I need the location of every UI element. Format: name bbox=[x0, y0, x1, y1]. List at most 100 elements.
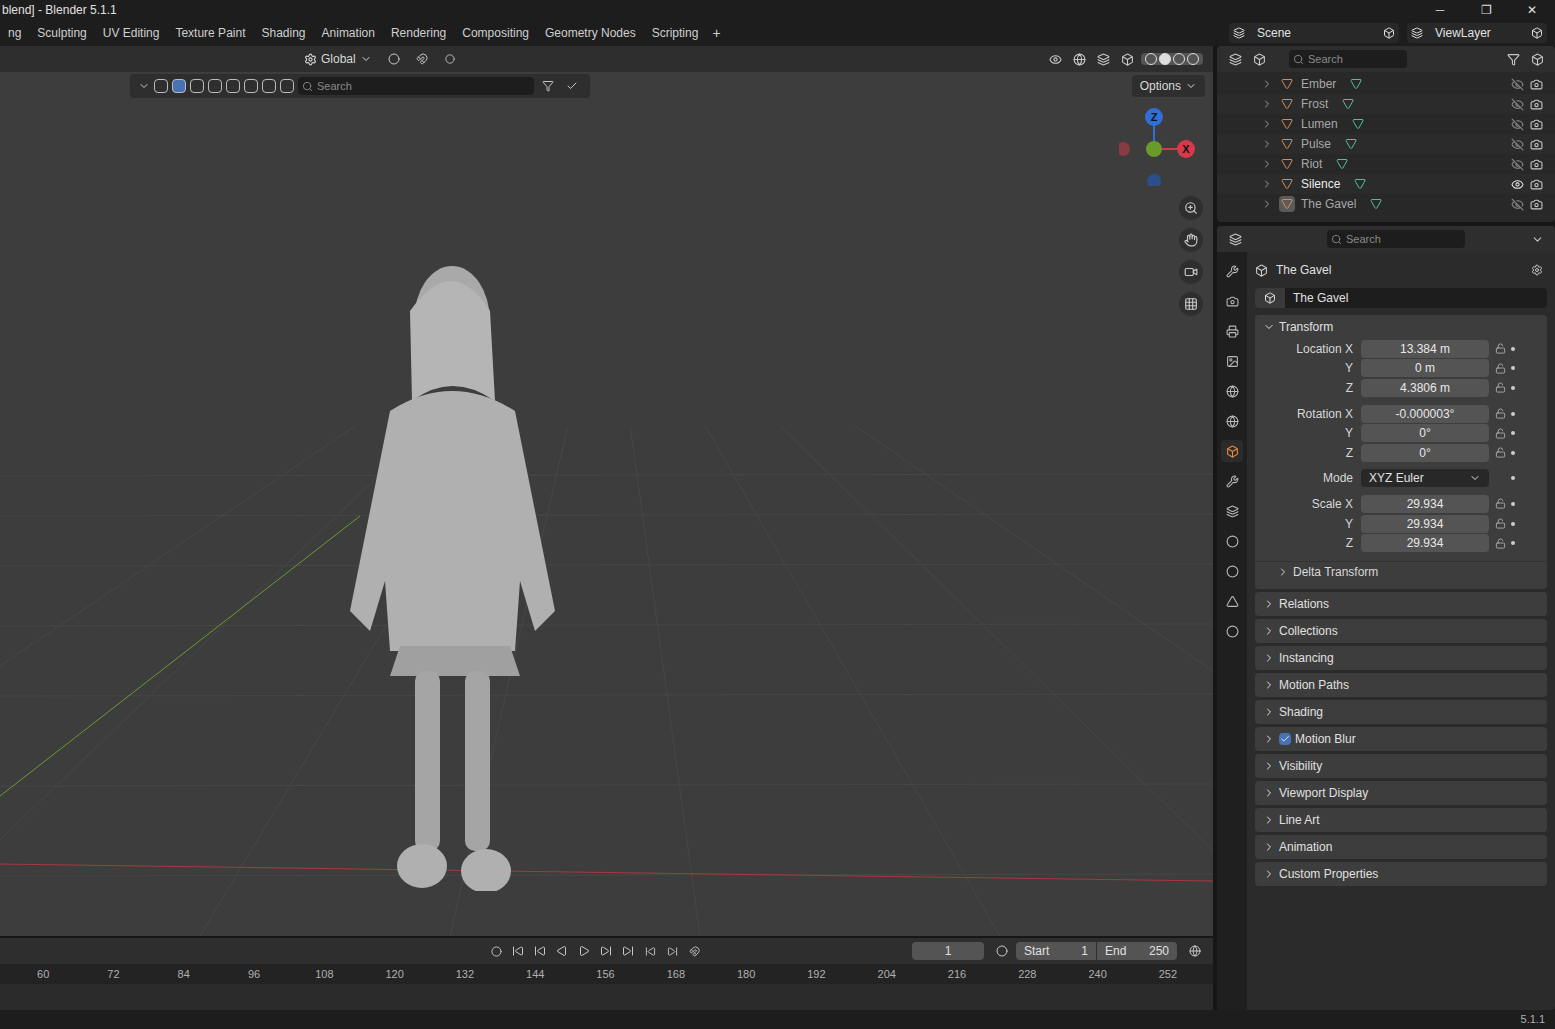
expand-icon[interactable] bbox=[1261, 118, 1273, 130]
zoom-icon[interactable] bbox=[1179, 196, 1203, 220]
window-control[interactable]: ✕ bbox=[1509, 1, 1555, 19]
collapsed-panel[interactable]: Shading bbox=[1255, 700, 1547, 724]
number-field[interactable]: 0° bbox=[1361, 444, 1489, 462]
new-scene-icon[interactable] bbox=[1383, 27, 1395, 39]
eye-closed-icon[interactable] bbox=[1511, 198, 1524, 211]
number-field[interactable]: 29.934 bbox=[1361, 534, 1489, 552]
shield-icon[interactable] bbox=[562, 76, 582, 96]
properties-tab-icon[interactable] bbox=[1221, 290, 1243, 312]
editor-type-icon[interactable] bbox=[1225, 229, 1245, 249]
properties-tab-icon[interactable] bbox=[1221, 590, 1243, 612]
collapsed-panel[interactable]: Viewport Display bbox=[1255, 781, 1547, 805]
new-collection-icon[interactable] bbox=[1527, 49, 1547, 69]
keyframe-dot-icon[interactable] bbox=[1511, 366, 1515, 370]
properties-tab-icon[interactable] bbox=[1221, 620, 1243, 642]
keyframe-dot-icon[interactable] bbox=[1511, 522, 1515, 526]
lock-icon[interactable] bbox=[1495, 447, 1506, 458]
render-icon[interactable] bbox=[1530, 78, 1543, 91]
lock-icon[interactable] bbox=[1495, 408, 1506, 419]
expand-icon[interactable] bbox=[1261, 78, 1273, 90]
properties-search[interactable]: Search bbox=[1327, 230, 1465, 248]
display-mode-icon[interactable] bbox=[1249, 49, 1269, 69]
shading-modes[interactable] bbox=[1141, 53, 1203, 65]
3d-viewport[interactable]: GlobalSearchOptionsZX bbox=[0, 46, 1213, 936]
shading-mode-icon[interactable] bbox=[1187, 53, 1199, 65]
number-field[interactable]: 0° bbox=[1361, 424, 1489, 442]
workspace-tab[interactable]: Compositing bbox=[454, 22, 537, 44]
properties-tab-icon[interactable] bbox=[1221, 410, 1243, 432]
keyframe-dot-icon[interactable] bbox=[1511, 541, 1515, 545]
properties-tab-icon[interactable] bbox=[1221, 560, 1243, 582]
properties-tab-icon[interactable] bbox=[1221, 530, 1243, 552]
render-icon[interactable] bbox=[1530, 98, 1543, 111]
number-field[interactable]: -0.000003° bbox=[1361, 405, 1489, 423]
editor-type-icon[interactable] bbox=[1225, 49, 1245, 69]
proportional-icon[interactable] bbox=[440, 49, 460, 69]
axis-x[interactable]: X bbox=[1177, 140, 1195, 158]
panel-checkbox[interactable] bbox=[1279, 733, 1291, 745]
expand-icon[interactable] bbox=[1261, 138, 1273, 150]
number-field[interactable]: 29.934 bbox=[1361, 515, 1489, 533]
collapsed-panel[interactable]: Relations bbox=[1255, 592, 1547, 616]
collapsed-panel[interactable]: Motion Blur bbox=[1255, 727, 1547, 751]
expand-icon[interactable] bbox=[1261, 158, 1273, 170]
gizmo-icon[interactable] bbox=[1069, 49, 1089, 69]
select-mode-icon[interactable] bbox=[226, 79, 240, 93]
eye-closed-icon[interactable] bbox=[1511, 138, 1524, 151]
bookmark-icon[interactable] bbox=[538, 76, 558, 96]
jump-start-icon[interactable] bbox=[508, 941, 528, 961]
render-icon[interactable] bbox=[1530, 178, 1543, 191]
panel-header[interactable]: Transform bbox=[1255, 315, 1547, 339]
options-icon[interactable] bbox=[1527, 229, 1547, 249]
workspace-tab[interactable]: Sculpting bbox=[29, 22, 94, 44]
number-field[interactable]: 0 m bbox=[1361, 359, 1489, 377]
keyframe-dot-icon[interactable] bbox=[1511, 431, 1515, 435]
shading-mode-icon[interactable] bbox=[1145, 53, 1157, 65]
object-name-field[interactable]: The Gavel bbox=[1255, 288, 1547, 308]
collapsed-panel[interactable]: Animation bbox=[1255, 835, 1547, 859]
keyframe-icon[interactable] bbox=[486, 941, 506, 961]
outliner-search[interactable]: Search bbox=[1289, 50, 1407, 68]
outliner-item[interactable]: Riot bbox=[1217, 154, 1555, 174]
properties-tab-icon[interactable] bbox=[1221, 320, 1243, 342]
tool-search[interactable]: Search bbox=[298, 77, 534, 95]
outliner-item[interactable]: Pulse bbox=[1217, 134, 1555, 154]
keyframe-dot-icon[interactable] bbox=[1511, 502, 1515, 506]
delta-transform-subpanel[interactable]: Delta Transform bbox=[1255, 561, 1547, 583]
eye-icon[interactable] bbox=[1511, 178, 1524, 191]
eye-closed-icon[interactable] bbox=[1511, 78, 1524, 91]
render-icon[interactable] bbox=[1530, 118, 1543, 131]
play-reverse-icon[interactable] bbox=[552, 941, 572, 961]
sync-icon[interactable] bbox=[684, 941, 704, 961]
start-frame-field[interactable]: Start1 bbox=[1016, 942, 1096, 960]
keyframe-dot-icon[interactable] bbox=[1511, 386, 1515, 390]
end-frame-field[interactable]: End250 bbox=[1097, 942, 1177, 960]
collapsed-panel[interactable]: Line Art bbox=[1255, 808, 1547, 832]
shading-mode-icon[interactable] bbox=[1173, 53, 1185, 65]
eye-closed-icon[interactable] bbox=[1511, 118, 1524, 131]
render-icon[interactable] bbox=[1530, 158, 1543, 171]
keyframe-dot-icon[interactable] bbox=[1511, 412, 1515, 416]
properties-tab-icon[interactable] bbox=[1221, 470, 1243, 492]
navigation-gizmo[interactable]: ZX bbox=[1119, 106, 1199, 186]
frame-ruler[interactable]: 6072849610812013214415616818019220421622… bbox=[0, 964, 1213, 984]
window-control[interactable]: ❐ bbox=[1463, 1, 1509, 19]
new-view-layer-icon[interactable] bbox=[1531, 27, 1543, 39]
lock-icon[interactable] bbox=[1495, 428, 1506, 439]
workspace-tab[interactable]: Scripting bbox=[644, 22, 707, 44]
pan-icon[interactable] bbox=[1179, 228, 1203, 252]
workspace-tab[interactable]: Rendering bbox=[383, 22, 454, 44]
number-field[interactable]: 29.934 bbox=[1361, 495, 1489, 513]
outliner-item[interactable]: Ember bbox=[1217, 74, 1555, 94]
workspace-tab[interactable]: Animation bbox=[314, 22, 383, 44]
workspace-tab[interactable]: Texture Paint bbox=[167, 22, 253, 44]
properties-tab-icon[interactable] bbox=[1221, 440, 1243, 462]
select-mode-icon[interactable] bbox=[280, 79, 294, 93]
collapsed-panel[interactable]: Custom Properties bbox=[1255, 862, 1547, 886]
current-frame-field[interactable]: 1 bbox=[912, 942, 984, 960]
clock-icon[interactable] bbox=[992, 941, 1012, 961]
prev-marker-icon[interactable] bbox=[640, 941, 660, 961]
workspace-tab[interactable]: Geometry Nodes bbox=[537, 22, 644, 44]
expand-icon[interactable] bbox=[1261, 178, 1273, 190]
outliner-item[interactable]: Frost bbox=[1217, 94, 1555, 114]
